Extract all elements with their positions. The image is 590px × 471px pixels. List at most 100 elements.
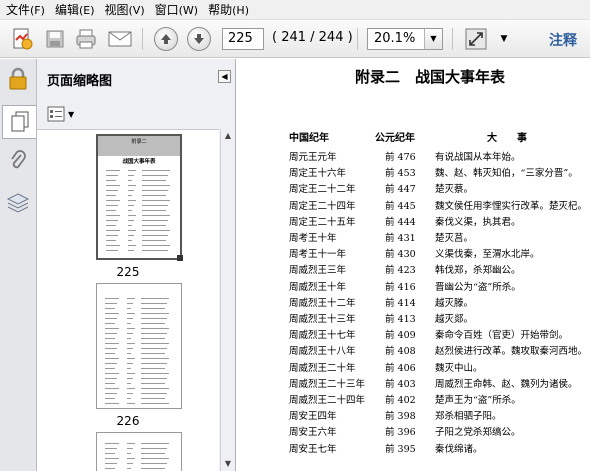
thumbnail-line: [141, 358, 169, 359]
event-cell: 晋幽公为“盗”所杀。: [435, 281, 521, 293]
thumbnail-line: [105, 373, 119, 374]
security-button[interactable]: [5, 65, 31, 93]
year-cell: 前 395: [385, 443, 416, 455]
thumbnail-header-text: 附录二: [131, 139, 147, 145]
thumbnail-line: [127, 458, 135, 459]
column-header: 中国纪年: [289, 133, 329, 144]
thumbnail-line: [141, 448, 167, 449]
next-page-button[interactable]: [186, 26, 212, 52]
thumbnail-line: [106, 190, 118, 191]
attachments-tab[interactable]: [5, 147, 31, 175]
thumbnail-page-225[interactable]: 附录二 战国大事年表: [96, 134, 183, 261]
resize-handle[interactable]: [177, 255, 183, 261]
thumbnail-line: [105, 353, 115, 354]
thumbnail-line: [127, 373, 135, 374]
thumbnail-line: [105, 443, 119, 444]
event-cell: 秦伐绵诸。: [435, 443, 483, 455]
save-icon: [46, 30, 64, 48]
thumbnail-title-text: 战国大事年表: [122, 159, 156, 165]
event-cell: 魏文侯任用李悝实行改革。楚灭杞。: [435, 200, 588, 212]
thumbnail-panel: 页面缩略图 ◀ ▼ 附录二 战国大事年表 225 226 ▲ ▼: [37, 59, 236, 471]
thumbnail-line: [127, 383, 131, 384]
era-cell: 周考王十年: [289, 233, 337, 244]
thumbnail-line: [127, 343, 135, 344]
page-thumbnails-tab[interactable]: [2, 105, 36, 139]
full-screen-button[interactable]: [462, 26, 490, 52]
event-cell: 秦伐义渠，执其君。: [435, 216, 521, 228]
print-button[interactable]: [72, 26, 100, 52]
thumbnail-line: [127, 403, 135, 404]
era-cell: 周威烈王十八年: [289, 346, 356, 358]
thumbnail-line: [141, 463, 167, 464]
event-cell: 魏、赵、韩灭知伯，“三家分晋”。: [435, 168, 578, 180]
thumbnail-options-button[interactable]: ▼: [47, 105, 75, 123]
zoom-select[interactable]: 20.1% ▼: [367, 28, 443, 50]
thumbnail-line: [142, 230, 170, 231]
thumbnail-line: [127, 313, 135, 314]
thumbnail-line: [106, 235, 118, 236]
thumbnail-line: [105, 358, 119, 359]
page-number-input[interactable]: 225: [222, 28, 264, 50]
thumbnail-page-226[interactable]: [96, 283, 182, 409]
event-cell: 楚灭蔡。: [435, 184, 474, 196]
menu-view[interactable]: 视图(V): [103, 1, 151, 18]
thumbnail-line: [127, 323, 131, 324]
thumbnail-line: [106, 195, 116, 196]
thumbnail-line: [105, 313, 119, 314]
toolbar-options-dropdown[interactable]: ▼: [497, 26, 511, 52]
thumbnail-line: [128, 190, 134, 191]
thumbnail-line: [142, 175, 168, 176]
close-panel-button[interactable]: ◀: [218, 70, 231, 83]
table-row: 周威烈王二十四年 前 402 楚声王为“盗”所杀。: [237, 392, 590, 409]
table-row: 周安王四年 前 398 郑杀相驷子阳。: [237, 408, 590, 425]
era-cell: 周定王二十四年: [289, 200, 356, 212]
thumbnail-line: [128, 170, 136, 171]
create-pdf-button[interactable]: [8, 26, 36, 52]
thumbnail-line: [127, 358, 135, 359]
thumbnail-line: [106, 230, 120, 231]
previous-page-button[interactable]: [153, 26, 179, 52]
menu-file[interactable]: 文件(F): [4, 1, 51, 18]
thumbnail-line: [142, 235, 168, 236]
toolbar-separator: [142, 28, 143, 50]
year-cell: 前 402: [385, 395, 416, 406]
comment-button[interactable]: 注释: [549, 30, 577, 50]
thumbnail-page-227[interactable]: [96, 432, 182, 471]
scroll-up-icon[interactable]: ▲: [223, 131, 233, 141]
era-cell: 周定王二十二年: [289, 184, 356, 196]
thumbnail-line: [142, 215, 170, 216]
save-button[interactable]: [42, 26, 68, 52]
arrow-down-icon: [194, 34, 204, 44]
thumbnail-scrollbar[interactable]: ▲ ▼: [220, 129, 235, 471]
thumbnail-line: [105, 343, 119, 344]
layers-tab[interactable]: [5, 189, 31, 217]
thumbnail-line: [127, 338, 131, 339]
email-button[interactable]: [106, 26, 134, 52]
thumbnail-line: [106, 175, 118, 176]
document-view[interactable]: 附录二 战国大事年表 中国纪年 公元纪年 大 事 周元王元年 前 476 有说战国从…: [237, 59, 590, 471]
menu-bar: 文件(F) 编辑(E) 视图(V) 窗口(W) 帮助(H): [0, 0, 590, 20]
thumbnail-line: [105, 403, 119, 404]
thumbnail-line: [127, 443, 135, 444]
year-cell: 前 398: [385, 411, 416, 423]
thumbnail-line: [142, 225, 166, 226]
year-cell: 前 445: [385, 200, 416, 212]
thumbnail-line: [142, 180, 166, 181]
table-row: 周安王七年 前 395 秦伐绵诸。: [237, 441, 590, 458]
event-cell: 周威烈王命韩、赵、魏列为诸侯。: [435, 378, 578, 390]
thumbnail-line: [106, 180, 116, 181]
era-cell: 周定王十六年: [289, 168, 347, 180]
menu-help[interactable]: 帮助(H): [206, 1, 255, 18]
chevron-down-icon[interactable]: ▼: [424, 29, 442, 49]
menu-window[interactable]: 窗口(W): [153, 1, 204, 18]
thumbnail-line: [105, 383, 115, 384]
menu-edit[interactable]: 编辑(E): [53, 1, 101, 18]
year-cell: 前 423: [385, 265, 416, 277]
event-cell: 赵烈侯进行改革。魏攻取秦河西地。: [435, 346, 588, 358]
thumbnail-line: [128, 240, 132, 241]
thumbnail-line: [141, 328, 169, 329]
event-cell: 越灭滕。: [435, 297, 474, 309]
scroll-down-icon[interactable]: ▼: [223, 459, 233, 469]
page-count: ( 241 / 244 ): [272, 30, 353, 45]
expand-icon: [465, 28, 487, 50]
